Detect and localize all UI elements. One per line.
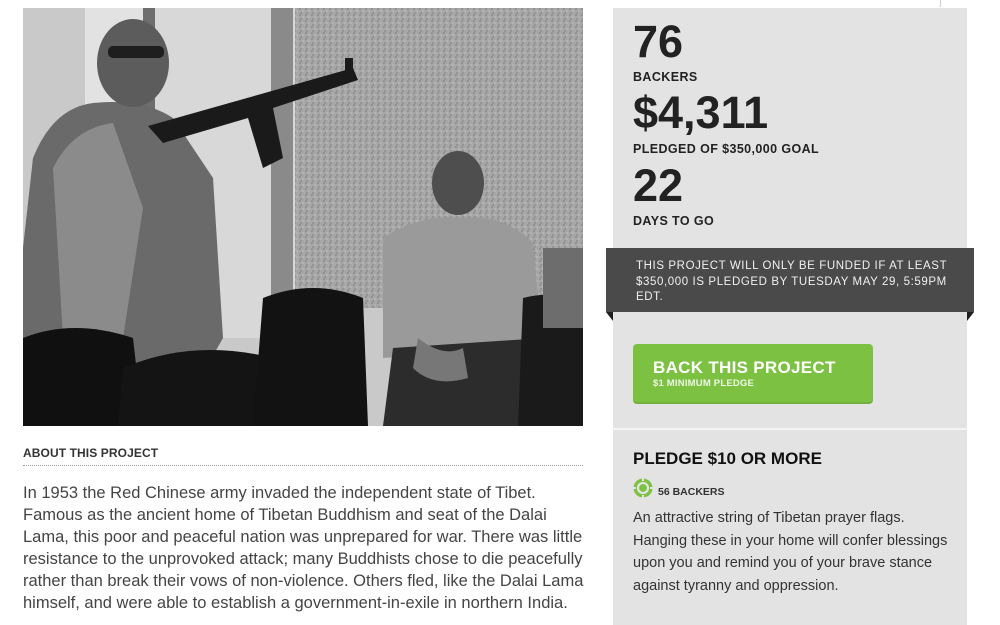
back-button-label: BACK THIS PROJECT [653,358,836,377]
days-count: 22 [633,160,684,211]
reward-title[interactable]: PLEDGE $10 OR MORE [633,449,822,469]
reward-badge-icon [633,478,653,498]
ribbon-fold-right [967,312,974,321]
back-this-project-button[interactable]: BACK THIS PROJECT $1 MINIMUM PLEDGE [633,344,873,404]
about-heading: ABOUT THIS PROJECT [23,446,583,466]
pledged-amount: $4,311 [633,87,769,138]
pledged-label: PLEDGED OF $350,000 GOAL [633,142,820,156]
backers-count: 76 [633,16,684,67]
reward-backers-count: 56 BACKERS [658,486,725,498]
backers-label: BACKERS [633,70,698,84]
funding-notice: THIS PROJECT WILL ONLY BE FUNDED IF AT L… [606,248,974,312]
top-divider [940,0,941,7]
reward-description: An attractive string of Tibetan prayer f… [633,510,948,594]
project-photo [23,8,583,426]
ribbon-fold-left [606,312,613,321]
back-button-sublabel: $1 MINIMUM PLEDGE [653,378,755,389]
days-label: DAYS TO GO [633,214,715,228]
about-text: In 1953 the Red Chinese army invaded the… [23,484,584,612]
sidebar-divider [613,428,967,430]
